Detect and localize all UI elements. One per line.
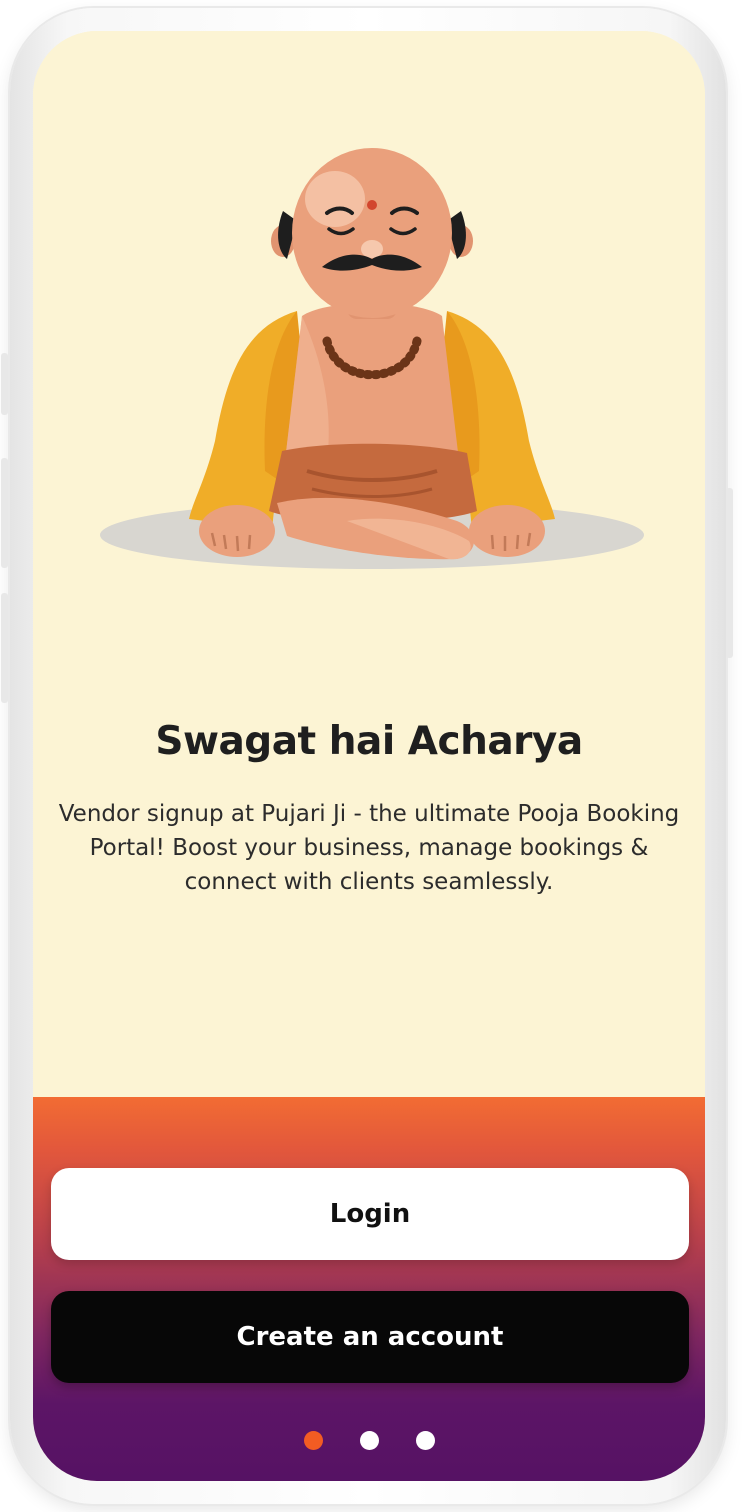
welcome-hero: Swagat hai Acharya Vendor signup at Puja… [33, 31, 705, 1097]
page-title: Swagat hai Acharya [155, 719, 583, 764]
welcome-description: Vendor signup at Pujari Ji - the ultimat… [58, 801, 680, 895]
phone-power-button [726, 488, 733, 658]
pager-dot-2[interactable] [360, 1431, 379, 1450]
pager-dot-3[interactable] [416, 1431, 435, 1450]
app-screen: Swagat hai Acharya Vendor signup at Puja… [33, 31, 705, 1481]
pager-dot-1[interactable] [304, 1431, 323, 1450]
phone-volume-up-button [1, 458, 8, 568]
create-account-button[interactable]: Create an account [51, 1291, 689, 1383]
phone-volume-down-button [1, 593, 8, 703]
meditating-priest-illustration [100, 148, 644, 569]
action-panel [33, 1097, 705, 1481]
phone-mute-switch [1, 353, 8, 415]
pager-dots [33, 1431, 705, 1451]
login-button[interactable]: Login [51, 1168, 689, 1260]
